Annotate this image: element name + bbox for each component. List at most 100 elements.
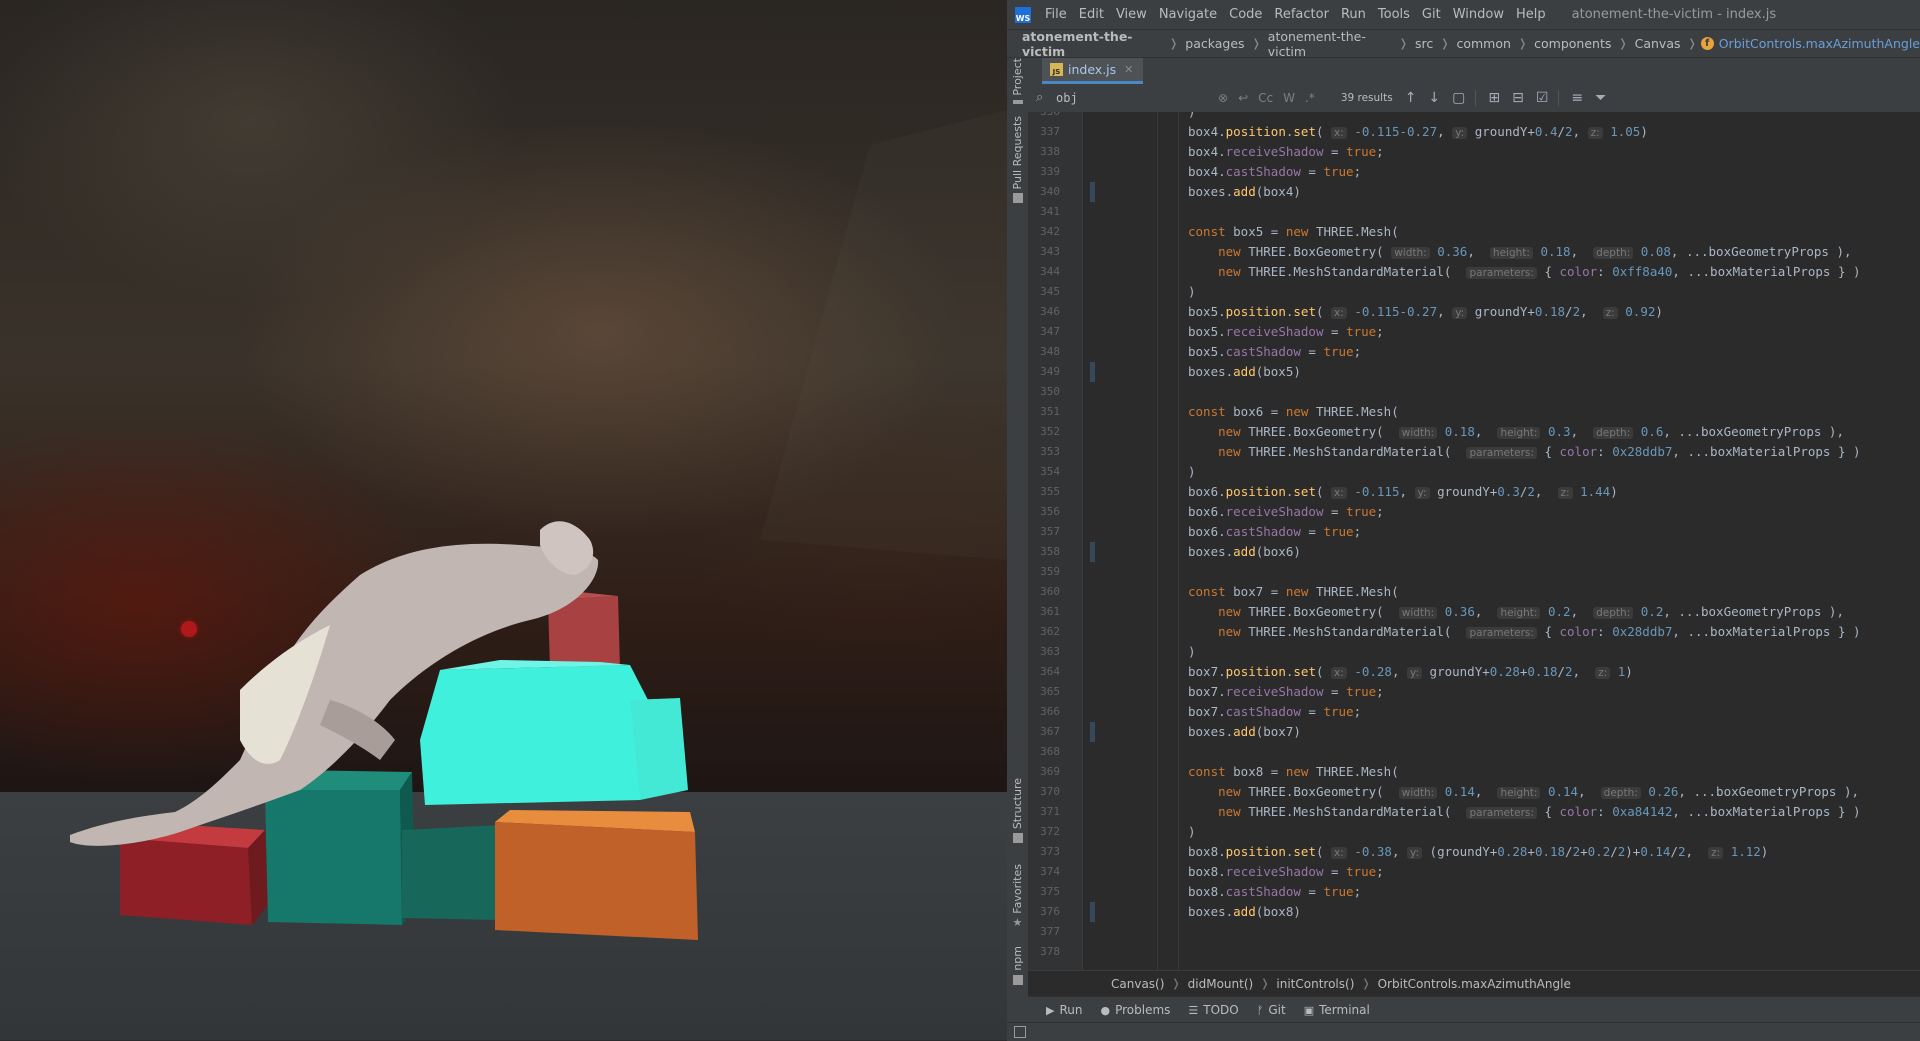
code-editor[interactable]: 336) 337 box4.position.set( x: -0.115-0.27…	[1028, 112, 1920, 970]
code-crumb-property[interactable]: OrbitControls.maxAzimuthAngle	[1375, 977, 1574, 991]
code-line[interactable]: 374 box8.receiveShadow = true;	[1028, 862, 1920, 882]
menu-code[interactable]: Code	[1223, 7, 1268, 22]
next-occurrence-icon[interactable]: ↓	[1428, 90, 1440, 106]
code-line[interactable]: 337 box4.position.set( x: -0.115-0.27, y:…	[1028, 122, 1920, 142]
close-tab-icon[interactable]: ✕	[1124, 63, 1133, 76]
code-line[interactable]: 336)	[1028, 112, 1920, 122]
code-line[interactable]: 350	[1028, 382, 1920, 402]
code-line[interactable]: 362 new THREE.MeshStandardMaterial( para…	[1028, 622, 1920, 642]
remove-occurrence-icon[interactable]: ⊟	[1512, 90, 1524, 106]
code-crumb-didmount[interactable]: didMount()	[1185, 977, 1257, 991]
breadcrumb-common[interactable]: common	[1453, 36, 1513, 51]
code-line[interactable]: 356 box6.receiveShadow = true;	[1028, 502, 1920, 522]
match-case-button[interactable]: Cc	[1258, 91, 1273, 105]
code-line[interactable]: 361 new THREE.BoxGeometry( width: 0.36, …	[1028, 602, 1920, 622]
code-crumb-canvas[interactable]: Canvas()	[1108, 977, 1167, 991]
change-marker[interactable]	[1090, 542, 1095, 562]
change-marker[interactable]	[1090, 182, 1095, 202]
code-line[interactable]: 354)	[1028, 462, 1920, 482]
code-line[interactable]: 355 box6.position.set( x: -0.115, y: grou…	[1028, 482, 1920, 502]
select-all-occurrences-icon[interactable]: ▢	[1452, 90, 1465, 106]
menu-refactor[interactable]: Refactor	[1268, 7, 1335, 22]
code-line[interactable]: 366 box7.castShadow = true;	[1028, 702, 1920, 722]
search-input[interactable]	[1054, 90, 1208, 106]
menu-tools[interactable]: Tools	[1372, 7, 1416, 22]
3d-viewport[interactable]	[0, 0, 1007, 1040]
menu-edit[interactable]: Edit	[1073, 7, 1110, 22]
code-line[interactable]: 347 box5.receiveShadow = true;	[1028, 322, 1920, 342]
select-all-matches-icon[interactable]: ☑	[1536, 90, 1549, 106]
clear-search-icon[interactable]: ⊗	[1218, 91, 1228, 105]
code-line[interactable]: 365 box7.receiveShadow = true;	[1028, 682, 1920, 702]
breadcrumb-components[interactable]: components	[1531, 36, 1614, 51]
menu-navigate[interactable]: Navigate	[1153, 7, 1223, 22]
code-line[interactable]: 344 new THREE.MeshStandardMaterial( para…	[1028, 262, 1920, 282]
menu-window[interactable]: Window	[1447, 7, 1510, 22]
new-line-icon[interactable]: ↩	[1238, 91, 1248, 105]
toggle-tool-windows-icon[interactable]	[1014, 1026, 1026, 1038]
breadcrumb-project[interactable]: atonement-the-victim	[1019, 29, 1165, 59]
menu-git[interactable]: Git	[1416, 7, 1447, 22]
code-line[interactable]: 377	[1028, 922, 1920, 942]
code-line[interactable]: 372)	[1028, 822, 1920, 842]
breadcrumb-packages[interactable]: packages	[1182, 36, 1247, 51]
pull-requests-tab[interactable]: Pull Requests	[1007, 116, 1028, 246]
code-line[interactable]: 378	[1028, 942, 1920, 962]
code-line[interactable]: 373 box8.position.set( x: -0.38, y: (grou…	[1028, 842, 1920, 862]
code-line[interactable]: 342 const box5 = new THREE.Mesh(	[1028, 222, 1920, 242]
open-in-window-icon[interactable]: ≡	[1571, 90, 1583, 106]
code-line[interactable]: 363)	[1028, 642, 1920, 662]
webstorm-logo-icon[interactable]: WS	[1015, 6, 1031, 23]
code-line[interactable]: 359	[1028, 562, 1920, 582]
project-tab[interactable]: Project	[1007, 58, 1028, 104]
todo-tool-button[interactable]: ☰ TODO	[1188, 1003, 1238, 1017]
menu-help[interactable]: Help	[1510, 7, 1552, 22]
code-line[interactable]: 352 new THREE.BoxGeometry( width: 0.18, …	[1028, 422, 1920, 442]
change-marker[interactable]	[1090, 902, 1095, 922]
code-line[interactable]: 341	[1028, 202, 1920, 222]
code-line[interactable]: 370 new THREE.BoxGeometry( width: 0.14, …	[1028, 782, 1920, 802]
structure-tab[interactable]: Structure	[1007, 778, 1028, 848]
menu-run[interactable]: Run	[1335, 7, 1372, 22]
code-line[interactable]: 345)	[1028, 282, 1920, 302]
code-line[interactable]: 360 const box7 = new THREE.Mesh(	[1028, 582, 1920, 602]
code-line[interactable]: 375 box8.castShadow = true;	[1028, 882, 1920, 902]
breadcrumb-canvas[interactable]: Canvas	[1632, 36, 1684, 51]
regex-button[interactable]: .*	[1305, 91, 1315, 105]
problems-tool-button[interactable]: ● Problems	[1100, 1003, 1170, 1017]
code-line[interactable]: 369 const box8 = new THREE.Mesh(	[1028, 762, 1920, 782]
code-crumb-initcontrols[interactable]: initControls()	[1273, 977, 1357, 991]
code-line[interactable]: 343 new THREE.BoxGeometry( width: 0.36, …	[1028, 242, 1920, 262]
code-line[interactable]: 351 const box6 = new THREE.Mesh(	[1028, 402, 1920, 422]
breadcrumb-src[interactable]: src	[1412, 36, 1436, 51]
add-occurrence-icon[interactable]: ⊞	[1488, 90, 1500, 106]
code-line[interactable]: 340 boxes.add(box4)	[1028, 182, 1920, 202]
code-line[interactable]: 364 box7.position.set( x: -0.28, y: groun…	[1028, 662, 1920, 682]
code-line[interactable]: 358 boxes.add(box6)	[1028, 542, 1920, 562]
whole-words-button[interactable]: W	[1283, 91, 1295, 105]
previous-occurrence-icon[interactable]: ↑	[1405, 90, 1417, 106]
change-marker[interactable]	[1090, 722, 1095, 742]
code-line[interactable]: 357 box6.castShadow = true;	[1028, 522, 1920, 542]
change-marker[interactable]	[1090, 362, 1095, 382]
breadcrumb-package[interactable]: atonement-the-victim	[1265, 29, 1395, 59]
filter-icon[interactable]: ⏷	[1595, 90, 1606, 106]
editor-tab-index-js[interactable]: JS index.js ✕	[1042, 58, 1144, 84]
code-line[interactable]: 376 boxes.add(box8)	[1028, 902, 1920, 922]
code-line[interactable]: 338 box4.receiveShadow = true;	[1028, 142, 1920, 162]
code-line[interactable]: 353 new THREE.MeshStandardMaterial( para…	[1028, 442, 1920, 462]
breadcrumb-symbol[interactable]: f OrbitControls.maxAzimuthAngle	[1700, 36, 1920, 51]
code-line[interactable]: 346 box5.position.set( x: -0.115-0.27, y:…	[1028, 302, 1920, 322]
npm-tab[interactable]: npm	[1007, 946, 1028, 996]
code-line[interactable]: 371 new THREE.MeshStandardMaterial( para…	[1028, 802, 1920, 822]
code-line[interactable]: 367 boxes.add(box7)	[1028, 722, 1920, 742]
code-line[interactable]: 368	[1028, 742, 1920, 762]
run-tool-button[interactable]: ▶ Run	[1046, 1003, 1082, 1017]
search-icon[interactable]: ⌕	[1036, 91, 1048, 104]
code-line[interactable]: 339 box4.castShadow = true;	[1028, 162, 1920, 182]
code-line[interactable]: 349 boxes.add(box5)	[1028, 362, 1920, 382]
code-line[interactable]: 348 box5.castShadow = true;	[1028, 342, 1920, 362]
menu-file[interactable]: File	[1039, 7, 1073, 22]
terminal-tool-button[interactable]: ▣ Terminal	[1304, 1003, 1370, 1017]
menu-view[interactable]: View	[1110, 7, 1153, 22]
